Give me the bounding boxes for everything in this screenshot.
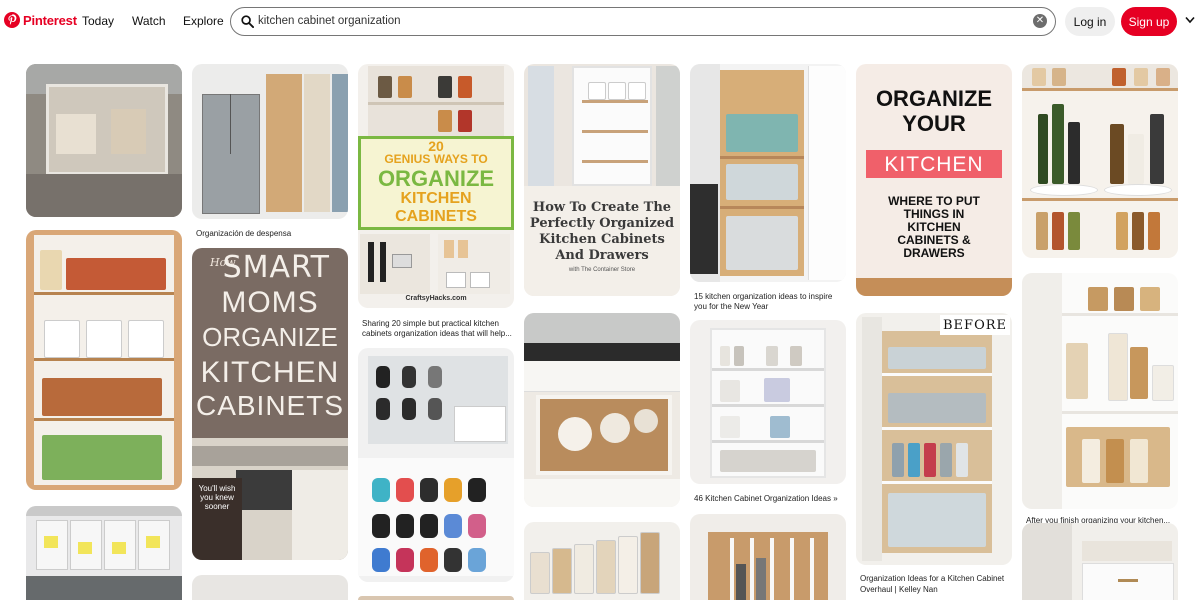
pin-title-smart: SMART <box>222 250 330 285</box>
top-bar: Pinterest Today Watch Explore ✕ Log in S… <box>0 0 1200 44</box>
pin-title-line4: And Drawers <box>555 248 649 263</box>
pin-pantry-bins[interactable] <box>26 230 182 490</box>
pin-pantry-fridge[interactable] <box>192 64 348 219</box>
pin-title-moms: MOMS <box>221 286 319 319</box>
pin-genius-ways[interactable]: 20 GENIUS WAYS TO ORGANIZE KITCHEN CABIN… <box>358 64 514 308</box>
pin-white-shelves-jars[interactable] <box>1022 273 1178 509</box>
pin-title-line1: How To Create The <box>532 200 672 215</box>
pin-title-kitchen: KITCHEN <box>200 356 340 389</box>
chevron-down-icon[interactable] <box>1185 16 1195 24</box>
pin-brand: CraftsyHacks.com <box>405 295 467 302</box>
pin-white-cabinets-notes[interactable] <box>26 506 182 600</box>
pin-sub-line1: WHERE TO PUT <box>888 194 980 208</box>
pin-caption: Organización de despensa <box>196 229 292 238</box>
pin-sub-line2: THINGS IN <box>903 207 965 221</box>
pin-subtitle: with The Container Store <box>568 267 636 273</box>
pin-title-cabinets: CABINETS <box>395 208 477 225</box>
pin-sub-line4: CABINETS & <box>897 233 971 247</box>
pin-oils-lazy-susan[interactable] <box>1022 64 1178 258</box>
nav-explore[interactable]: Explore <box>183 14 224 28</box>
pin-col7-bottom[interactable] <box>1022 523 1178 600</box>
pin-water-bottles[interactable] <box>358 348 514 582</box>
nav-today[interactable]: Today <box>82 14 114 28</box>
search-icon <box>241 15 254 28</box>
pin-title-organize: ORGANIZE <box>875 86 993 111</box>
pin-caption: Sharing 20 simple but practical kitchen … <box>362 319 512 338</box>
pin-caption-line1: Organization Ideas for a Kitchen Cabinet <box>860 574 1005 583</box>
login-button[interactable]: Log in <box>1065 7 1115 36</box>
nav-watch[interactable]: Watch <box>132 14 166 28</box>
pin-col2-bottom[interactable] <box>192 575 348 600</box>
search-bar[interactable]: ✕ <box>230 7 1056 36</box>
pin-containers-cabinet[interactable] <box>690 64 846 282</box>
clear-search-icon[interactable]: ✕ <box>1033 14 1047 28</box>
pin-title-cabinets: CABINETS <box>195 390 345 421</box>
pin-caption: 46 Kitchen Cabinet Organization Ideas » <box>694 494 838 503</box>
pinterest-logo[interactable]: Pinterest <box>4 12 77 28</box>
pin-before-badge: BEFORE <box>943 318 1007 333</box>
pinterest-logo-icon <box>4 12 20 28</box>
signup-button[interactable]: Sign up <box>1121 7 1177 36</box>
pin-title-your: YOUR <box>902 111 966 136</box>
pin-col3-bottom[interactable] <box>358 596 514 600</box>
pin-baking-sheets[interactable] <box>690 514 846 600</box>
pin-title-line3: Kitchen Cabinets <box>539 232 665 247</box>
search-input[interactable] <box>258 10 1018 32</box>
pin-sub-line3: KITCHEN <box>907 220 961 234</box>
pin-caption-line1: 15 kitchen organization ideas to inspire <box>694 292 833 301</box>
pin-note: You'll wish you knew sooner <box>198 484 236 511</box>
pin-drawer-plates[interactable] <box>524 313 680 507</box>
brand-name: Pinterest <box>23 12 77 28</box>
pin-caption-line2: you for the New Year <box>694 302 769 311</box>
pin-title-kitchen: KITCHEN <box>400 190 472 207</box>
pin-title-genius: GENIUS WAYS TO <box>384 152 488 166</box>
pin-mugs-cabinet[interactable] <box>690 320 846 484</box>
pin-before-cabinet[interactable]: BEFORE <box>856 313 1012 565</box>
pin-canisters[interactable] <box>524 522 680 600</box>
pin-smart-moms[interactable]: How SMART MOMS ORGANIZE KITCHEN CABINETS… <box>192 248 348 560</box>
pin-under-sink-cabinet[interactable] <box>26 64 182 217</box>
pin-title-organize: ORGANIZE <box>377 166 495 191</box>
pin-organize-your-kitchen[interactable]: ORGANIZE YOUR KITCHEN WHERE TO PUT THING… <box>856 64 1012 296</box>
pin-title-line2: Perfectly Organized <box>529 216 675 231</box>
pin-perfectly-organized[interactable]: How To Create The Perfectly Organized Ki… <box>524 64 680 296</box>
pin-title-kitchen: KITCHEN <box>884 153 984 176</box>
pin-sub-line5: DRAWERS <box>903 246 965 260</box>
pin-caption-line2: Overhaul | Kelley Nan <box>860 585 938 594</box>
pin-title-organize: ORGANIZE <box>202 322 338 352</box>
